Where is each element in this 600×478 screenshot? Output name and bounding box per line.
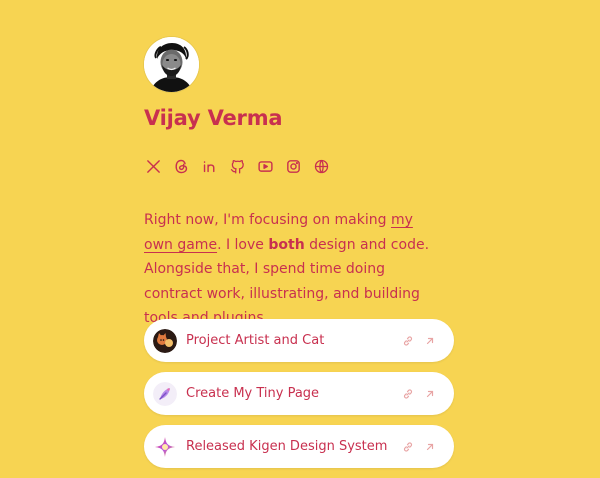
profile-page: Vijay Verma Right now, I'm focusing on m… (0, 0, 600, 474)
threads-icon[interactable] (172, 157, 191, 176)
copy-link-icon[interactable] (401, 387, 415, 401)
x-icon[interactable] (144, 157, 163, 176)
copy-link-icon[interactable] (401, 334, 415, 348)
instagram-icon[interactable] (284, 157, 303, 176)
profile-name: Vijay Verma (144, 106, 283, 130)
kigen-logo-icon (153, 434, 177, 459)
avatar (144, 37, 199, 92)
bio-bold-word: both (268, 236, 305, 253)
social-links (144, 157, 331, 176)
external-link-arrow-icon[interactable] (423, 387, 437, 401)
copy-link-icon[interactable] (401, 440, 415, 454)
linkedin-icon[interactable] (200, 157, 219, 176)
bio-text-part: . I love (217, 236, 269, 253)
github-icon[interactable] (228, 157, 247, 176)
youtube-icon[interactable] (256, 157, 275, 176)
external-link-arrow-icon[interactable] (423, 334, 437, 348)
link-list: Project Artist and Cat Create My Tiny Pa… (144, 319, 454, 478)
link-label: Released Kigen Design System (186, 439, 388, 454)
link-card-create-my-tiny-page[interactable]: Create My Tiny Page (144, 372, 454, 415)
link-card-released-kigen-design-system[interactable]: Released Kigen Design System (144, 425, 454, 468)
bio-text: Right now, I'm focusing on making my own… (144, 208, 444, 331)
link-label: Project Artist and Cat (186, 333, 325, 348)
external-link-arrow-icon[interactable] (423, 440, 437, 454)
globe-icon[interactable] (312, 157, 331, 176)
bio-text-part: Right now, I'm focusing on making (144, 212, 391, 228)
feather-pen-icon (153, 381, 177, 406)
link-label: Create My Tiny Page (186, 386, 320, 401)
cat-avatar-icon (153, 328, 177, 353)
link-card-project-artist-and-cat[interactable]: Project Artist and Cat (144, 319, 454, 362)
